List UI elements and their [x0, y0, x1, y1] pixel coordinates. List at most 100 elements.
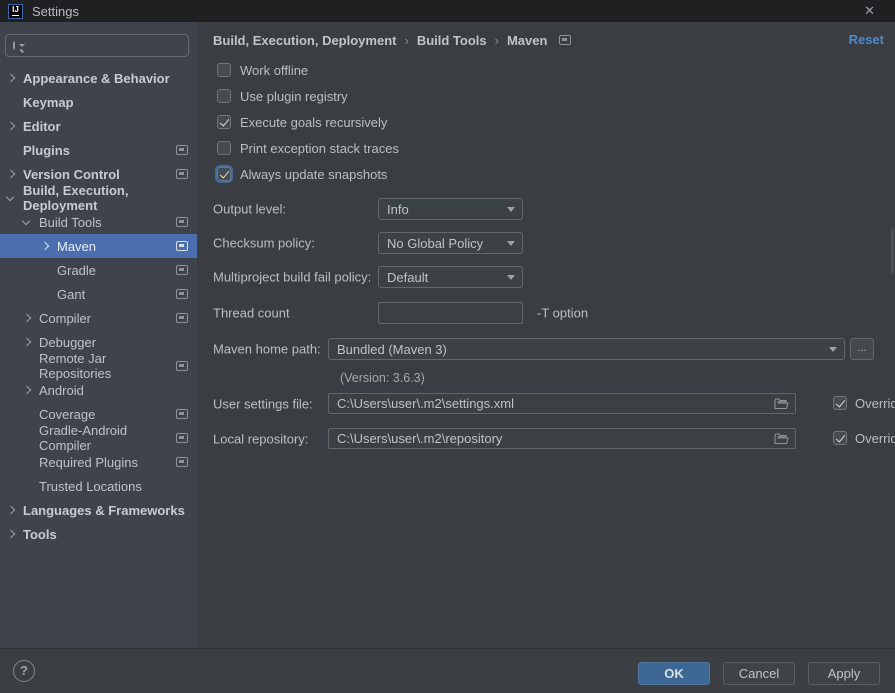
settings-page-icon	[176, 457, 188, 467]
sidebar-item-tools[interactable]: Tools	[0, 522, 197, 546]
chevron-down-icon[interactable]	[22, 217, 30, 225]
apply-button[interactable]: Apply	[808, 662, 880, 685]
output-level-select[interactable]: Info	[378, 198, 523, 220]
scrollbar-thumb[interactable]	[891, 228, 894, 274]
settings-page-icon	[176, 409, 188, 419]
settings-page-icon	[176, 217, 188, 227]
sidebar-item-android[interactable]: Android	[0, 378, 197, 402]
window-title: Settings	[32, 4, 79, 19]
local-repository-override: Override	[833, 428, 895, 448]
settings-page-icon	[176, 361, 188, 371]
sidebar-item-remote-jar-repositories[interactable]: Remote Jar Repositories	[0, 354, 197, 378]
chevron-down-icon[interactable]	[6, 193, 14, 201]
thread-count-row: Thread count -T option	[213, 302, 879, 324]
local-repository-input[interactable]: C:\Users\user\.m2\repository	[328, 428, 796, 449]
user-settings-file-row: User settings file: C:\Users\user\.m2\se…	[213, 393, 879, 414]
settings-page-icon	[176, 289, 188, 299]
sidebar-item-appearance-behavior[interactable]: Appearance & Behavior	[0, 66, 197, 90]
local-repository-override-checkbox[interactable]	[833, 431, 847, 445]
search-icon	[13, 41, 15, 50]
close-icon[interactable]: ✕	[864, 0, 875, 22]
user-settings-file-input[interactable]: C:\Users\user\.m2\settings.xml	[328, 393, 796, 414]
sidebar: Appearance & Behavior Keymap Editor Plug…	[0, 22, 197, 648]
search-input[interactable]	[25, 38, 213, 53]
breadcrumb-build-tools[interactable]: Build Tools	[417, 33, 487, 48]
chevron-right-icon[interactable]	[7, 170, 15, 178]
dialog-footer: ? OK Cancel Apply	[0, 648, 895, 693]
chevron-right-icon[interactable]	[7, 74, 15, 82]
sidebar-item-compiler[interactable]: Compiler	[0, 306, 197, 330]
chevron-down-icon	[507, 241, 515, 246]
chevron-down-icon	[507, 207, 515, 212]
use-plugin-registry-checkbox[interactable]	[217, 89, 231, 103]
sidebar-item-trusted-locations[interactable]: Trusted Locations	[0, 474, 197, 498]
local-repository-row: Local repository: C:\Users\user\.m2\repo…	[213, 428, 879, 449]
checksum-policy-select[interactable]: No Global Policy	[378, 232, 523, 254]
chevron-right-icon[interactable]	[23, 386, 31, 394]
output-level-row: Output level: Info	[213, 198, 879, 220]
maven-settings-panel: Build, Execution, Deployment › Build Too…	[197, 22, 895, 648]
user-settings-override: Override	[833, 393, 895, 413]
sidebar-item-build-execution-deployment[interactable]: Build, Execution, Deployment	[0, 186, 197, 210]
breadcrumb-maven[interactable]: Maven	[507, 33, 547, 48]
help-icon[interactable]: ?	[13, 660, 35, 682]
settings-page-icon	[176, 265, 188, 275]
breadcrumb: Build, Execution, Deployment › Build Too…	[213, 30, 580, 50]
chevron-right-icon[interactable]	[7, 122, 15, 130]
settings-page-icon	[176, 169, 188, 179]
print-exception-stack-traces-checkbox[interactable]	[217, 141, 231, 155]
execute-goals-recursively-row: Execute goals recursively	[217, 112, 387, 132]
search-box[interactable]	[5, 34, 189, 57]
sidebar-item-gradle-android-compiler[interactable]: Gradle-Android Compiler	[0, 426, 197, 450]
execute-goals-recursively-checkbox[interactable]	[217, 115, 231, 129]
settings-page-icon	[176, 241, 188, 251]
maven-version-note: (Version: 3.6.3)	[340, 371, 425, 385]
work-offline-row: Work offline	[217, 60, 308, 80]
sidebar-item-gradle[interactable]: Gradle	[0, 258, 197, 282]
titlebar: IJ Settings ✕	[0, 0, 895, 22]
chevron-down-icon	[507, 275, 515, 280]
breadcrumb-separator: ›	[404, 33, 408, 48]
folder-icon[interactable]	[774, 433, 789, 445]
chevron-right-icon[interactable]	[41, 242, 49, 250]
sidebar-item-keymap[interactable]: Keymap	[0, 90, 197, 114]
breadcrumb-build-execution-deployment[interactable]: Build, Execution, Deployment	[213, 33, 396, 48]
maven-home-combo[interactable]: Bundled (Maven 3)	[328, 338, 845, 360]
sidebar-item-build-tools[interactable]: Build Tools	[0, 210, 197, 234]
settings-page-icon	[176, 145, 188, 155]
always-update-snapshots-checkbox[interactable]	[217, 167, 231, 181]
use-plugin-registry-row: Use plugin registry	[217, 86, 348, 106]
print-exception-stack-traces-row: Print exception stack traces	[217, 138, 399, 158]
thread-count-hint: -T option	[537, 306, 588, 321]
settings-window: IJ Settings ✕ Appearance & Behavior Keym…	[0, 0, 895, 693]
chevron-right-icon[interactable]	[7, 530, 15, 538]
ok-button[interactable]: OK	[638, 662, 710, 685]
work-offline-checkbox[interactable]	[217, 63, 231, 77]
cancel-button[interactable]: Cancel	[723, 662, 795, 685]
settings-page-icon	[176, 313, 188, 323]
sidebar-item-languages-frameworks[interactable]: Languages & Frameworks	[0, 498, 197, 522]
browse-button[interactable]: ...	[850, 338, 874, 360]
settings-tree: Appearance & Behavior Keymap Editor Plug…	[0, 66, 197, 546]
chevron-down-icon	[829, 347, 837, 352]
sidebar-item-plugins[interactable]: Plugins	[0, 138, 197, 162]
multiproject-policy-select[interactable]: Default	[378, 266, 523, 288]
chevron-right-icon[interactable]	[23, 338, 31, 346]
maven-home-row: Maven home path: Bundled (Maven 3) ...	[213, 338, 879, 360]
multiproject-policy-row: Multiproject build fail policy: Default	[213, 266, 879, 288]
always-update-snapshots-row: Always update snapshots	[217, 164, 387, 184]
thread-count-input[interactable]	[378, 302, 523, 324]
chevron-right-icon[interactable]	[7, 506, 15, 514]
sidebar-item-required-plugins[interactable]: Required Plugins	[0, 450, 197, 474]
folder-icon[interactable]	[774, 398, 789, 410]
settings-page-icon	[559, 35, 571, 45]
sidebar-item-editor[interactable]: Editor	[0, 114, 197, 138]
checksum-policy-row: Checksum policy: No Global Policy	[213, 232, 879, 254]
dialog-buttons: OK Cancel Apply	[638, 662, 880, 685]
user-settings-override-checkbox[interactable]	[833, 396, 847, 410]
sidebar-item-maven[interactable]: Maven	[0, 234, 197, 258]
reset-link[interactable]: Reset	[849, 30, 884, 50]
sidebar-item-gant[interactable]: Gant	[0, 282, 197, 306]
chevron-right-icon[interactable]	[23, 314, 31, 322]
settings-page-icon	[176, 433, 188, 443]
